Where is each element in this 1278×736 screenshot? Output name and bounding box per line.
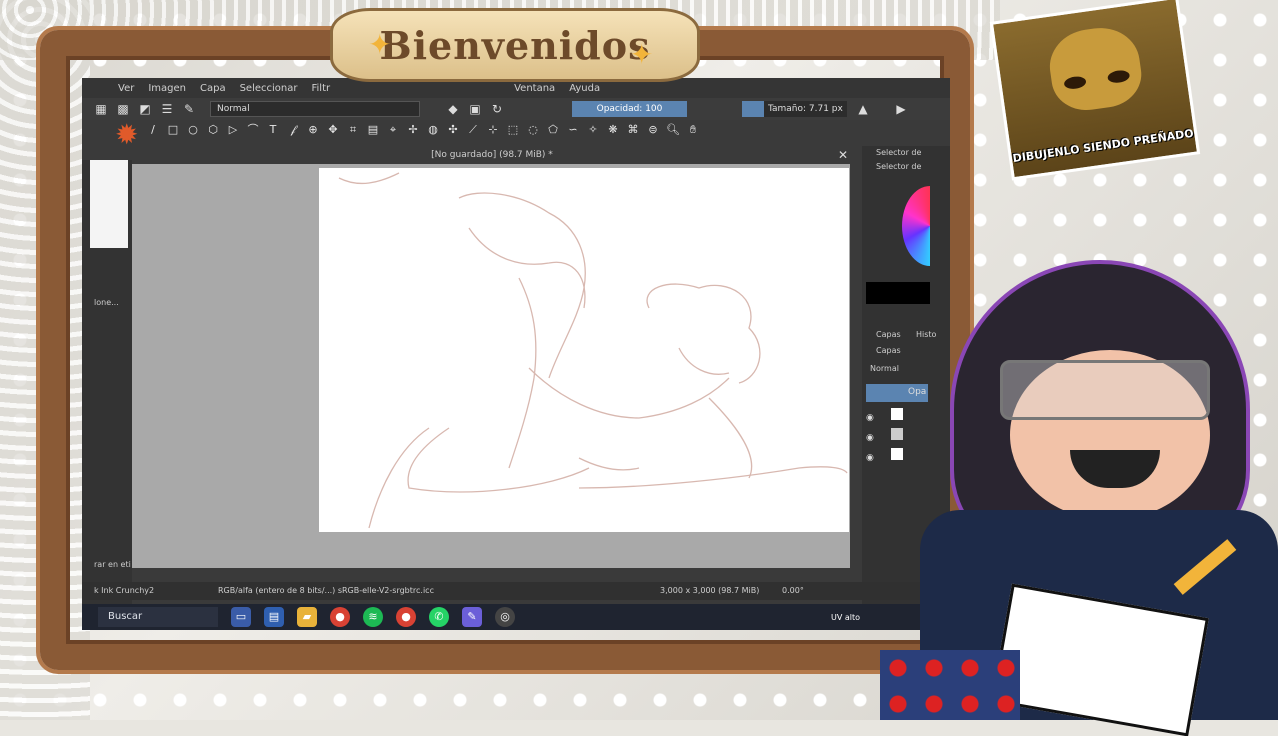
- crop-icon[interactable]: ⌗: [346, 123, 360, 137]
- menu-image[interactable]: Imagen: [148, 83, 186, 94]
- menu-window[interactable]: Ventana: [514, 83, 555, 94]
- similar-select-icon[interactable]: ❋: [606, 123, 620, 137]
- eye-icon[interactable]: ◉: [866, 433, 874, 443]
- status-image-size: 3,000 x 3,000 (98.7 MiB): [660, 586, 760, 595]
- preset-list-icon[interactable]: ☰: [160, 102, 174, 116]
- freehand-brush-icon[interactable]: /: [146, 123, 160, 137]
- smart-patch-icon[interactable]: ✢: [406, 123, 420, 137]
- bezier-icon[interactable]: ⌒: [246, 123, 260, 137]
- reload-icon[interactable]: ↻: [490, 102, 504, 116]
- left-dock-label: rar en eti: [94, 560, 131, 569]
- eye-icon[interactable]: ◉: [866, 453, 874, 463]
- meme-eye: [1106, 69, 1131, 85]
- windows-taskbar: Buscar ▭ ▤ ▰ ● ≋ ● ✆ ✎ ◎ UV alto: [82, 604, 950, 630]
- size-slider[interactable]: Tamaño: 7.71 px: [742, 101, 847, 117]
- mirror-v-icon[interactable]: ▶: [894, 102, 908, 116]
- chrome2-icon[interactable]: ●: [396, 607, 416, 627]
- canvas-area[interactable]: [132, 164, 850, 568]
- sketch-drawing: [338, 172, 848, 529]
- eraser-icon[interactable]: ◆: [446, 102, 460, 116]
- avatar-pants: [880, 650, 1020, 720]
- eye-icon[interactable]: ◉: [866, 413, 874, 423]
- chrome-icon[interactable]: ●: [330, 607, 350, 627]
- tool-options-bar: / □ ○ ⬡ ▷ ⌒ T 𝒻 ⊕ ✥ ⌗ ▤ ⌖ ✢ ◍ ✣ ⟋ ⊹ ⬚ ◌ …: [82, 120, 950, 140]
- meme-character: [1045, 22, 1146, 115]
- status-rotation: 0.00°: [782, 586, 804, 595]
- star-icon: ✹: [115, 118, 139, 151]
- status-brush: k Ink Crunchy2: [94, 586, 155, 595]
- document-title: [No guardado] (98.7 MiB) *: [431, 150, 553, 160]
- spotify-icon[interactable]: ≋: [363, 607, 383, 627]
- status-color-profile: RGB/alfa (entero de 8 bits/...) sRGB-ell…: [218, 586, 434, 595]
- reference-icon[interactable]: ⊹: [486, 123, 500, 137]
- whatsapp-icon[interactable]: ✆: [429, 607, 449, 627]
- menu-help[interactable]: Ayuda: [569, 83, 600, 94]
- assistant-icon[interactable]: ✣: [446, 123, 460, 137]
- menu-view[interactable]: Ver: [118, 83, 134, 94]
- taskbar-search[interactable]: Buscar: [98, 607, 218, 627]
- folder-icon[interactable]: ▰: [297, 607, 317, 627]
- gradient-tool-icon[interactable]: ▤: [366, 123, 380, 137]
- menu-layer[interactable]: Capa: [200, 83, 226, 94]
- menu-select[interactable]: Seleccionar: [240, 83, 298, 94]
- streamer-avatar: [880, 230, 1278, 736]
- drawing-canvas[interactable]: [319, 168, 849, 532]
- color-selector-title: Selector de: [876, 148, 922, 157]
- banner-title: Bienvenidos: [379, 22, 651, 68]
- pan-icon[interactable]: ✋︎: [686, 123, 700, 137]
- polygon-select-icon[interactable]: ⬠: [546, 123, 560, 137]
- text-icon[interactable]: T: [266, 123, 280, 137]
- rectangle-icon[interactable]: □: [166, 123, 180, 137]
- obs-icon[interactable]: ◎: [495, 607, 515, 627]
- polyline-icon[interactable]: ▷: [226, 123, 240, 137]
- menu-filter[interactable]: Filtr: [311, 83, 330, 94]
- gradient-icon[interactable]: ▦: [94, 102, 108, 116]
- calligraphy-icon[interactable]: 𝒻: [286, 123, 300, 137]
- blend-mode-select[interactable]: Normal: [210, 101, 420, 117]
- meme-sticker: DIBUJENLO SIENDO PREÑADO: [989, 0, 1201, 181]
- krita-icon[interactable]: ✎: [462, 607, 482, 627]
- star-icon: ✦: [368, 28, 392, 61]
- brush-toolbar: ▦ ▩ ◩ ☰ ✎ Normal ◆ ▣ ↻ Opacidad: 100 Tam…: [82, 98, 950, 120]
- krita-window: Ver Imagen Capa Seleccionar Filtr Ventan…: [82, 78, 950, 630]
- measure-icon[interactable]: ⟋: [466, 123, 480, 137]
- ellipse-select-icon[interactable]: ◌: [526, 123, 540, 137]
- magnetic-select-icon[interactable]: ⊜: [646, 123, 660, 137]
- rect-select-icon[interactable]: ⬚: [506, 123, 520, 137]
- status-bar: k Ink Crunchy2 RGB/alfa (entero de 8 bit…: [82, 582, 950, 600]
- close-icon[interactable]: ✕: [834, 146, 852, 164]
- avatar-glasses: [1000, 360, 1210, 420]
- contiguous-select-icon[interactable]: ✧: [586, 123, 600, 137]
- document-tab[interactable]: [No guardado] (98.7 MiB) * ✕: [132, 146, 852, 164]
- store-icon[interactable]: ▤: [264, 607, 284, 627]
- left-docker: lone... rar en eti: [82, 160, 132, 620]
- color-picker-icon[interactable]: ⌖: [386, 123, 400, 137]
- brush-preset-icon[interactable]: ✎: [182, 102, 196, 116]
- color-selector-tab[interactable]: Selector de: [876, 162, 921, 171]
- explorer-icon[interactable]: ▭: [231, 607, 251, 627]
- alpha-lock-icon[interactable]: ▣: [468, 102, 482, 116]
- overview-thumbnail[interactable]: [90, 160, 128, 248]
- opacity-slider[interactable]: Opacidad: 100: [572, 101, 687, 117]
- color-swap-icon[interactable]: ◩: [138, 102, 152, 116]
- mirror-icon[interactable]: ▲: [856, 102, 870, 116]
- left-dock-label: lone...: [94, 298, 119, 307]
- polygon-icon[interactable]: ⬡: [206, 123, 220, 137]
- transform-icon[interactable]: ⊕: [306, 123, 320, 137]
- meme-eye: [1063, 75, 1087, 91]
- star-icon: ✦: [630, 38, 654, 71]
- tray-uv-indicator[interactable]: UV alto: [831, 613, 860, 622]
- pattern-icon[interactable]: ▩: [116, 102, 130, 116]
- ellipse-icon[interactable]: ○: [186, 123, 200, 137]
- freehand-select-icon[interactable]: ∽: [566, 123, 580, 137]
- fill-icon[interactable]: ◍: [426, 123, 440, 137]
- zoom-icon[interactable]: 🔍︎: [666, 123, 680, 137]
- move-icon[interactable]: ✥: [326, 123, 340, 137]
- bezier-select-icon[interactable]: ⌘: [626, 123, 640, 137]
